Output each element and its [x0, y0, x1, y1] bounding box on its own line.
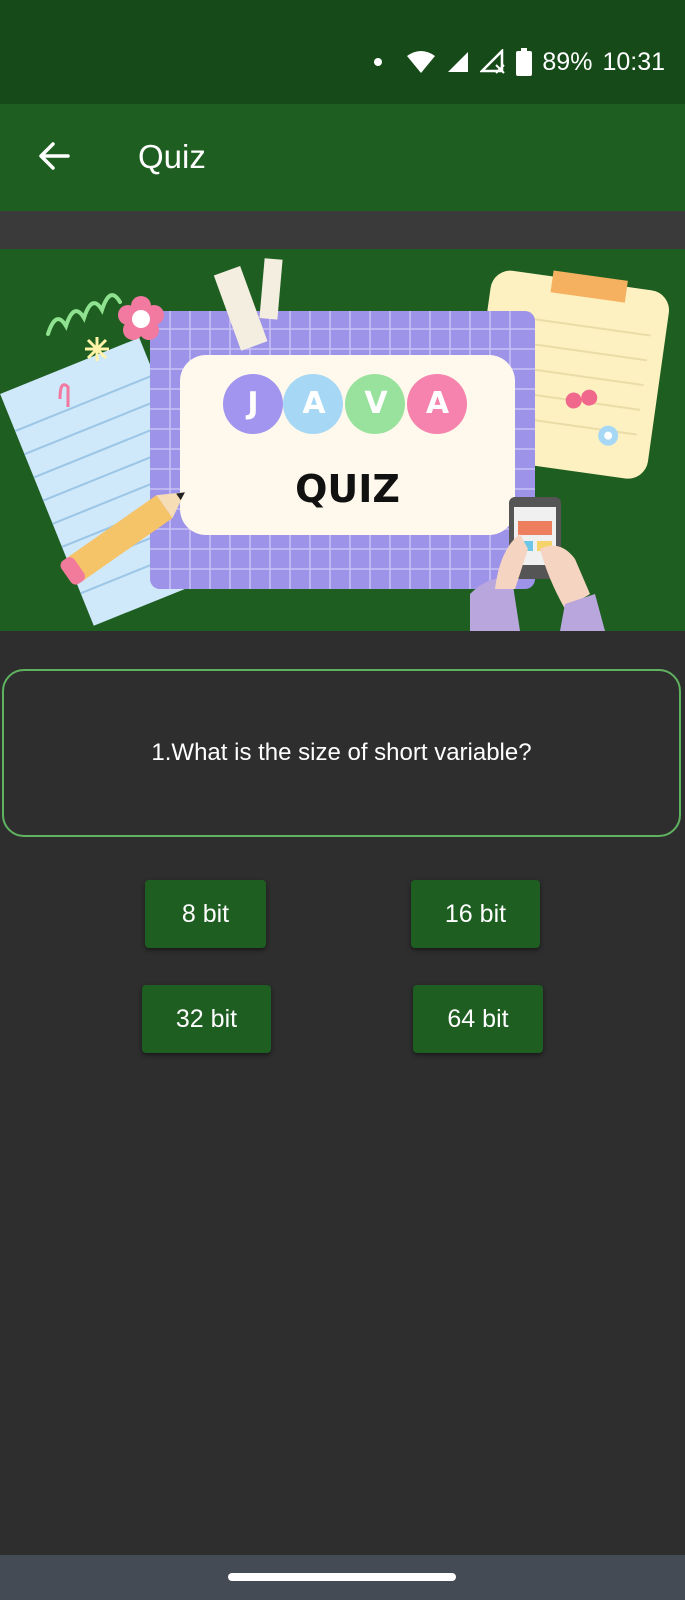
signal-no-data-icon [480, 49, 506, 74]
battery-icon [516, 48, 533, 76]
status-icons: 89% 10:31 [374, 44, 665, 80]
banner-illustration [0, 258, 670, 631]
option-16-bit-button[interactable]: 16 bit [411, 880, 540, 948]
notification-dot-icon [374, 58, 383, 66]
back-button[interactable] [28, 130, 80, 182]
option-32-bit-button[interactable]: 32 bit [142, 985, 271, 1053]
letter-a-2: A [425, 386, 450, 421]
question-card: 1.What is the size of short variable? [2, 669, 681, 837]
divider-band [0, 211, 685, 249]
option-64-bit-button[interactable]: 64 bit [413, 985, 543, 1053]
page-title: Quiz [138, 138, 206, 175]
option-8-bit-button[interactable]: 8 bit [145, 880, 266, 948]
signal-icon [448, 52, 469, 72]
app-bar: Quiz [0, 104, 685, 211]
java-quiz-banner: J A V A QUIZ [0, 249, 685, 631]
letter-v: V [364, 386, 388, 421]
letter-j: J [247, 386, 259, 421]
quiz-label: QUIZ [295, 467, 400, 511]
question-text: 1.What is the size of short variable? [151, 739, 532, 766]
status-bar: 89% 10:31 [0, 0, 685, 104]
home-gesture-handle[interactable] [228, 1573, 456, 1581]
battery-percent: 89% [542, 47, 593, 76]
letter-a: A [302, 386, 326, 421]
clock: 10:31 [602, 47, 665, 76]
arrow-left-icon [39, 142, 70, 170]
java-letters: J A V A [223, 373, 468, 435]
wifi-icon [407, 51, 436, 73]
